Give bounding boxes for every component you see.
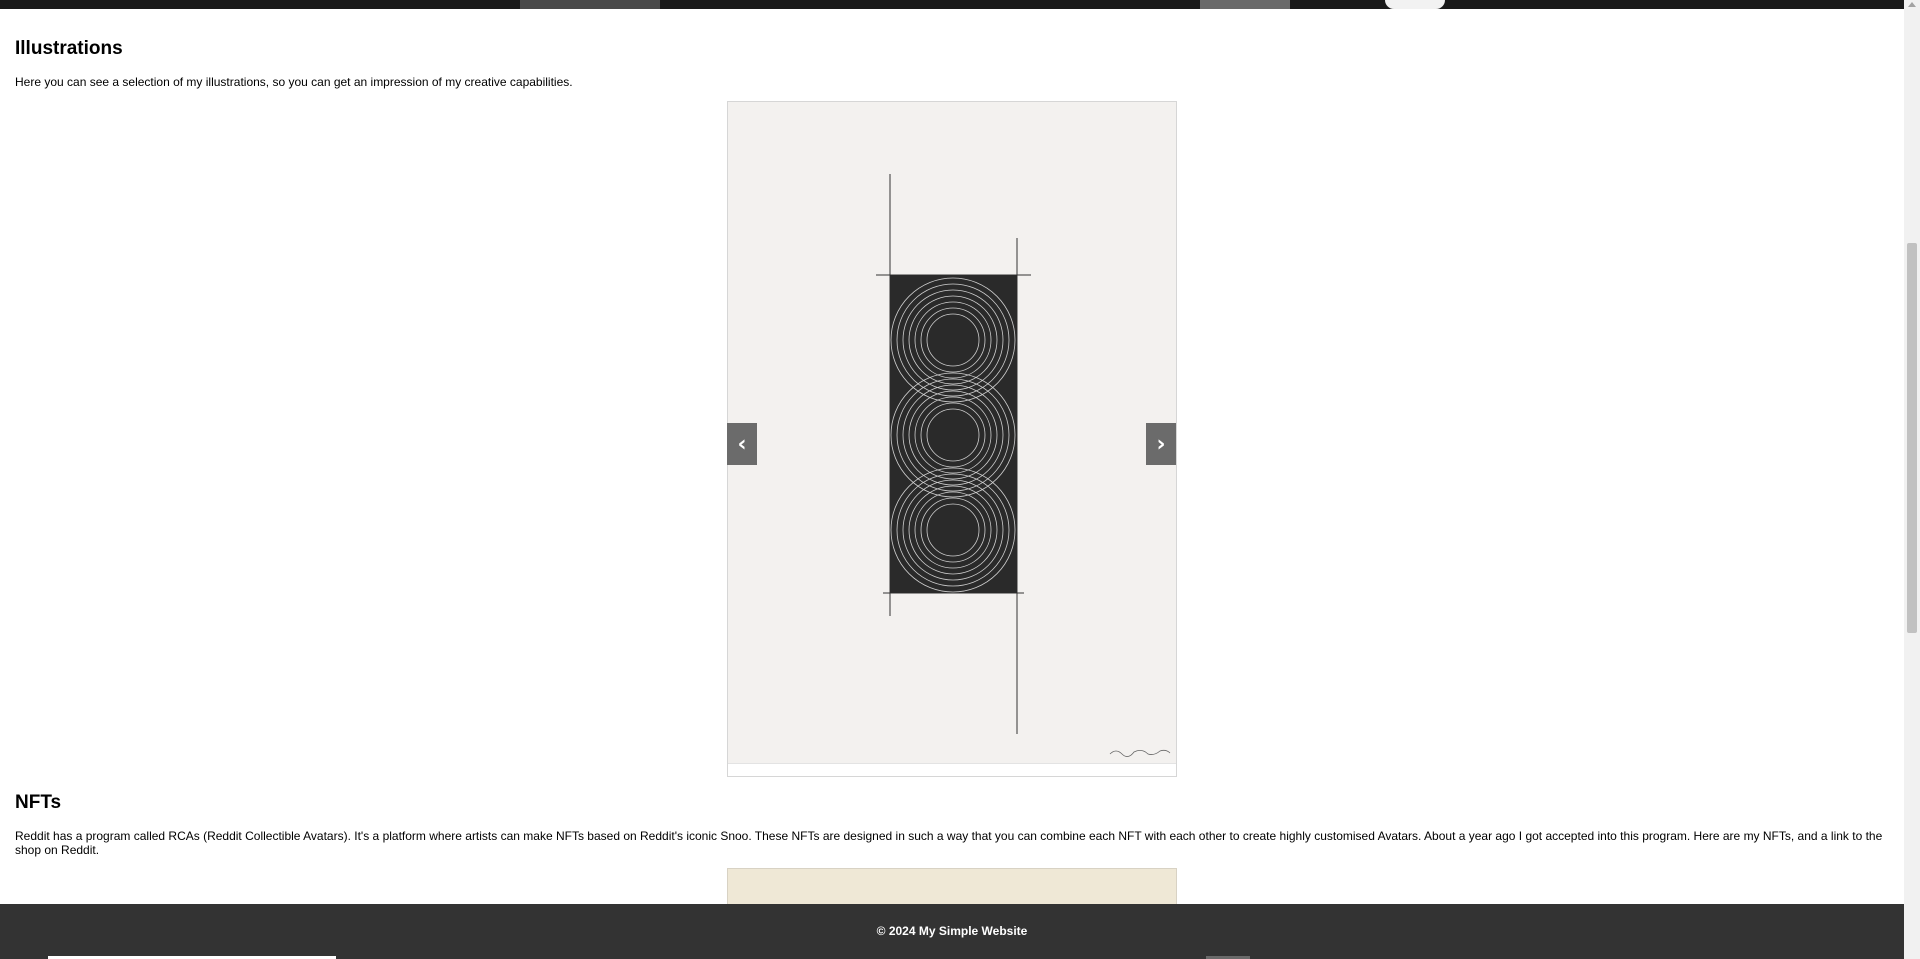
page-footer: © 2024 My Simple Website bbox=[0, 904, 1904, 959]
scrollbar-thumb[interactable] bbox=[1907, 243, 1917, 633]
header-image-strip bbox=[0, 0, 1904, 9]
vertical-scrollbar[interactable] bbox=[1904, 0, 1920, 959]
illustration-artwork bbox=[728, 102, 1176, 764]
scroll-up-arrow-icon[interactable] bbox=[1908, 2, 1916, 7]
nfts-carousel bbox=[727, 868, 1177, 908]
carousel-prev-button[interactable]: ‹ bbox=[727, 423, 757, 465]
nfts-description: Reddit has a program called RCAs (Reddit… bbox=[15, 829, 1883, 857]
footer-copyright: © 2024 My Simple Website bbox=[876, 924, 1028, 938]
carousel-next-button[interactable]: › bbox=[1146, 423, 1176, 465]
illustrations-heading: Illustrations bbox=[15, 38, 123, 59]
nfts-heading: NFTs bbox=[15, 792, 62, 813]
illustrations-description: Here you can see a selection of my illus… bbox=[15, 75, 573, 89]
illustrations-carousel bbox=[727, 101, 1177, 777]
